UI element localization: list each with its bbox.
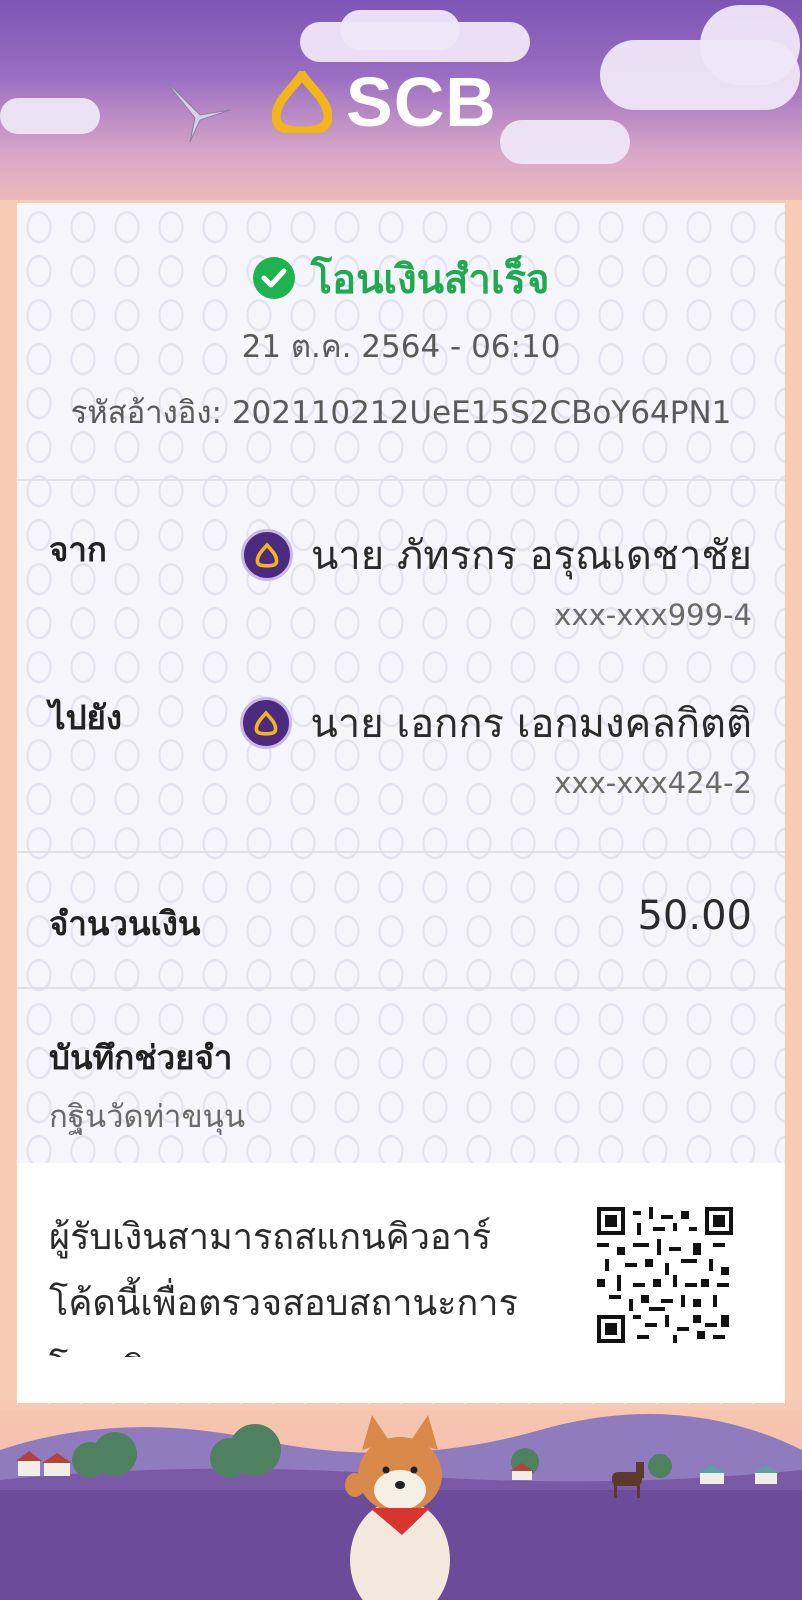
sender-account: xxx-xxx999-4 <box>554 598 752 632</box>
transfer-status: โอนเงินสำเร็จ <box>17 247 785 311</box>
recipient-account: xxx-xxx424-2 <box>554 766 752 800</box>
recipient-name: นาย เอกกร เอกมงคลกิตติ <box>240 691 752 755</box>
sender-name-text: นาย ภัทรกร อรุณเดชาชัย <box>310 533 752 579</box>
bird-illustration <box>164 79 231 143</box>
brand-name: SCB <box>346 63 497 141</box>
memo-label: บันทึกช่วยจำ <box>49 1038 233 1077</box>
sender-name: นาย ภัทรกร อรุณเดชาชัย <box>240 523 752 587</box>
amount-value: 50.00 <box>637 893 752 939</box>
transfer-datetime: 21 ต.ค. 2564 - 06:10 <box>241 329 561 365</box>
landscape-illustration <box>0 1414 802 1600</box>
transfer-status-text: โอนเงินสำเร็จ <box>310 257 550 303</box>
qr-section: ผู้รับเงินสามารถสแกนคิวอาร์โค้ดนี้เพื่อต… <box>17 1163 785 1403</box>
scb-bank-icon <box>240 529 293 581</box>
receipt-header: โอนเงินสำเร็จ 21 ต.ค. 2564 - 06:10 รหัสอ… <box>17 203 785 481</box>
qr-code[interactable] <box>597 1207 733 1343</box>
transfer-receipt: โอนเงินสำเร็จ 21 ต.ค. 2564 - 06:10 รหัสอ… <box>17 203 785 1403</box>
reference-number: รหัสอ้างอิง: 202110212UeE15S2CBoY64PN1 <box>70 395 732 431</box>
qr-note: ผู้รับเงินสามารถสแกนคิวอาร์โค้ดนี้เพื่อต… <box>49 1217 518 1357</box>
from-label: จาก <box>49 530 107 569</box>
success-check-icon <box>252 257 295 299</box>
to-label: ไปยัง <box>49 698 122 737</box>
lavender-field-scene <box>0 1410 802 1600</box>
transfer-parties: จาก นาย ภัทรกร อรุณเดชาชัย xxx-xxx999-4 … <box>17 481 785 853</box>
scb-logo: SCB <box>272 62 497 142</box>
memo-row: บันทึกช่วยจำ กฐินวัดท่าขนุน <box>17 989 785 1169</box>
amount-label: จำนวนเงิน <box>49 904 201 943</box>
scb-logo-icon <box>272 71 332 133</box>
header-banner: SCB <box>0 0 802 220</box>
scb-bank-icon <box>240 697 293 749</box>
recipient-name-text: นาย เอกกร เอกมงคลกิตติ <box>310 701 752 747</box>
memo-value: กฐินวัดท่าขนุน <box>49 1099 246 1135</box>
amount-row: จำนวนเงิน 50.00 <box>17 853 785 989</box>
